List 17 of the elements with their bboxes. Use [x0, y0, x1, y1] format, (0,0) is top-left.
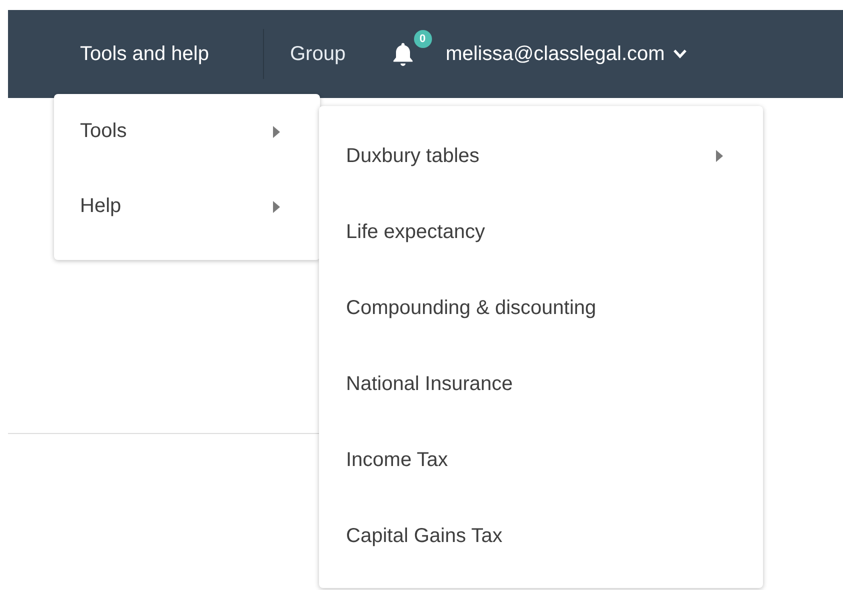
menu-item[interactable]: Tools [54, 94, 320, 169]
caret-icon [716, 150, 723, 162]
menu-item[interactable]: Income Tax [319, 422, 763, 498]
account-menu[interactable]: melissa@classlegal.com [446, 42, 687, 66]
notification-count: 0 [414, 30, 432, 48]
menu-item[interactable]: Duxbury tables [319, 118, 763, 194]
caret-icon [273, 200, 280, 212]
chevron-icon [672, 49, 687, 59]
menu-item[interactable]: Life expectancy [319, 194, 763, 270]
menu-item[interactable]: Compounding & discounting [319, 270, 763, 346]
menu-item[interactable]: Capital Gains Tax [319, 498, 763, 574]
menu-item[interactable]: National Insurance [319, 346, 763, 422]
nav-link[interactable]: Tools and help [70, 34, 219, 74]
bell-icon[interactable] [392, 42, 414, 66]
nav-link[interactable]: Group [280, 34, 356, 74]
caret-icon [273, 126, 280, 138]
menu-item[interactable]: Help [54, 169, 320, 244]
